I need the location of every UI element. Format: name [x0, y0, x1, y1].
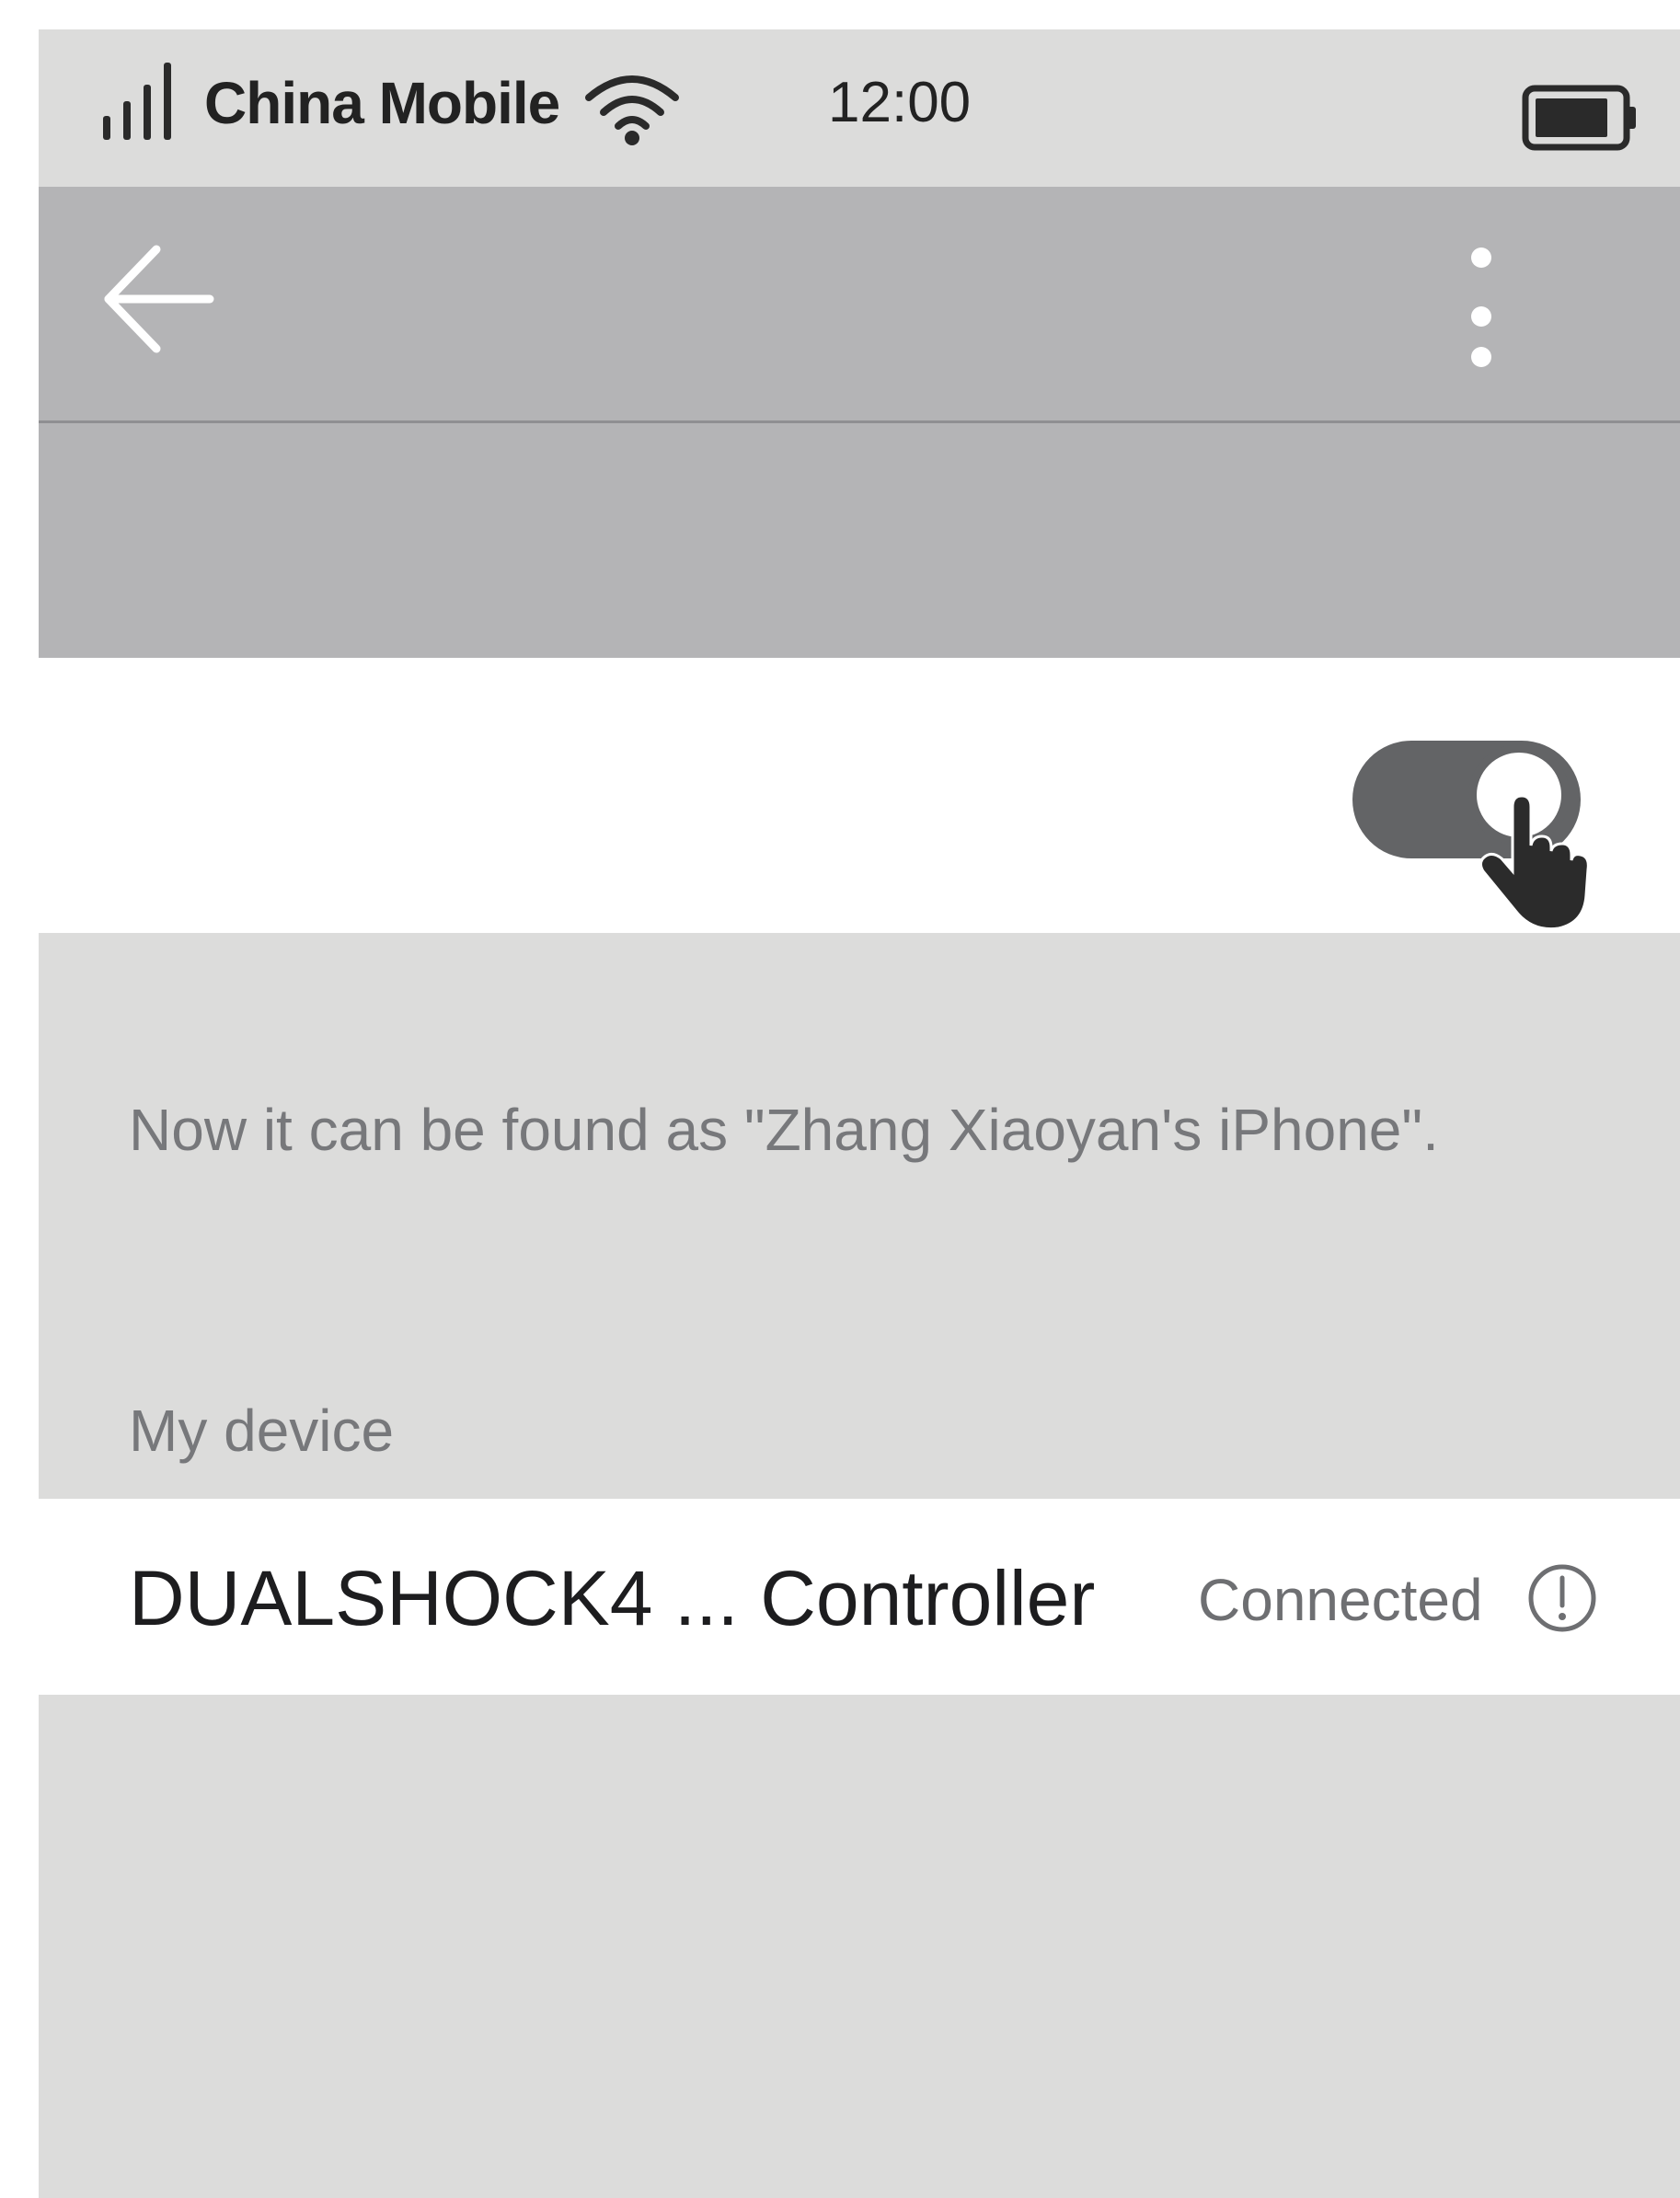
hand-cursor-icon [1479, 794, 1590, 930]
app-bar [39, 187, 1680, 423]
back-arrow-icon[interactable] [101, 242, 217, 356]
carrier-name: China Mobile [204, 70, 560, 136]
signal-bars-icon [103, 63, 171, 140]
list-item[interactable]: DUALSHOCK4 ... Controller Connected [39, 1499, 1680, 1695]
bluetooth-toggle-row [39, 658, 1680, 933]
wifi-icon [585, 75, 679, 145]
battery-icon [1522, 85, 1636, 151]
device-status: Connected [1198, 1567, 1483, 1633]
info-icon[interactable] [1525, 1561, 1599, 1635]
status-time: 12:00 [828, 71, 972, 134]
my-device-header: My device [129, 1398, 395, 1464]
device-name: DUALSHOCK4 ... Controller [129, 1555, 1096, 1641]
discoverable-text: Now it can be found as "Zhang Xiaoyan's … [129, 1097, 1439, 1163]
phone-screen: China Mobile 12:00 Now it can be found a… [39, 29, 1680, 2198]
status-bar: China Mobile 12:00 [39, 29, 1680, 187]
header-area [39, 423, 1680, 658]
more-vertical-icon[interactable] [1463, 238, 1500, 376]
empty-list-area [39, 1695, 1680, 2198]
